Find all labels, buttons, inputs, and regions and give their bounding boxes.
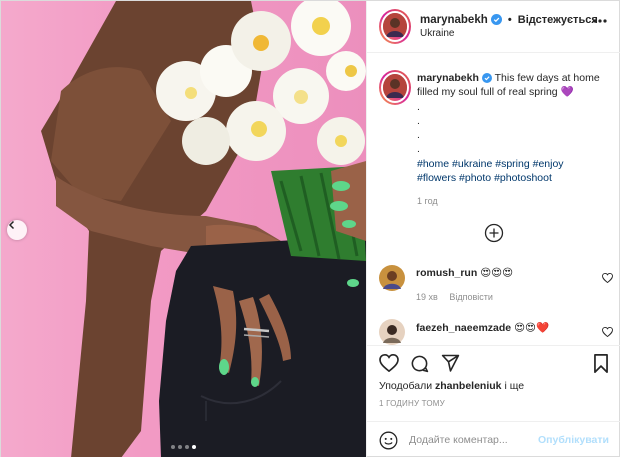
bookmark-icon[interactable] — [593, 354, 609, 373]
caption-dot: . — [417, 114, 420, 127]
carousel-dot — [178, 445, 182, 449]
commenter-avatar[interactable] — [379, 265, 405, 291]
hashtag-link[interactable]: #home — [417, 158, 449, 170]
hashtag-link[interactable]: #photo — [459, 172, 491, 184]
comment-time[interactable]: 19 хв — [416, 292, 438, 302]
verified-icon — [490, 14, 502, 25]
action-bar — [367, 345, 620, 375]
avatar-image — [383, 13, 407, 37]
add-comment-bar: Опублікувати — [367, 421, 620, 457]
heart-icon[interactable] — [602, 273, 613, 283]
following-button[interactable]: Відстежується — [518, 14, 598, 26]
chevron-left-icon — [8, 220, 15, 230]
avatar-image — [383, 74, 407, 98]
likes-summary: Уподобали zhanbeleniuk і ще — [379, 380, 524, 392]
more-icon[interactable] — [593, 19, 607, 23]
reply-button[interactable]: Відповісти — [449, 292, 493, 302]
caption-hashtags: #home #ukraine #spring #enjoy #flowers #… — [417, 157, 607, 186]
photo-illustration — [41, 1, 366, 457]
caption-emoji: 💜 — [560, 86, 574, 99]
post-side-panel: marynabekh • Відстежується Ukraine maryn… — [366, 1, 620, 457]
header-username[interactable]: marynabekh — [420, 14, 488, 26]
carousel-dot — [171, 445, 175, 449]
hashtag-link[interactable]: #enjoy — [533, 158, 564, 170]
comment-item: faezeh_naeemzade 😍😍❤️ — [379, 319, 613, 345]
avatar[interactable] — [379, 9, 411, 44]
comments-area[interactable]: marynabekh This few days at home filled … — [367, 53, 620, 345]
header-separator: • — [507, 14, 512, 26]
carousel-dot-active — [192, 445, 196, 449]
hashtag-link[interactable]: #spring — [495, 158, 529, 170]
comment-input[interactable] — [409, 430, 549, 450]
post-header: marynabekh • Відстежується Ukraine — [367, 1, 620, 53]
post-time[interactable]: 1 ГОДИНУ ТОМУ — [379, 399, 445, 408]
comment-username[interactable]: faezeh_naeemzade — [416, 322, 511, 334]
caption-username[interactable]: marynabekh — [417, 72, 479, 84]
carousel-prev-button[interactable] — [7, 220, 27, 240]
caption-time[interactable]: 1 год — [417, 196, 438, 206]
emoji-icon[interactable] — [379, 431, 398, 450]
heart-icon[interactable] — [602, 327, 613, 337]
comment-item: romush_run 😍😍😍 19 хв Відповісти — [379, 265, 613, 305]
carousel-dot — [185, 445, 189, 449]
share-icon[interactable] — [441, 354, 460, 372]
post-comment-button[interactable]: Опублікувати — [538, 434, 609, 446]
caption-avatar[interactable] — [379, 70, 411, 105]
carousel-dots — [1, 445, 366, 449]
post-dialog: marynabekh • Відстежується Ukraine maryn… — [0, 0, 620, 457]
commenter-avatar[interactable] — [379, 319, 405, 345]
hashtag-link[interactable]: #ukraine — [452, 158, 492, 170]
heart-icon[interactable] — [379, 354, 399, 372]
caption-text: marynabekh This few days at home filled … — [417, 71, 607, 185]
comment-icon[interactable] — [410, 354, 429, 373]
location-link[interactable]: Ukraine — [420, 28, 598, 39]
hashtag-link[interactable]: #photoshoot — [494, 172, 552, 184]
comment-username[interactable]: romush_run — [416, 267, 477, 279]
comment-text: 😍😍😍 — [480, 267, 514, 279]
verified-icon — [481, 73, 492, 83]
plus-circle-icon[interactable] — [484, 223, 504, 243]
likes-prefix: Уподобали — [379, 380, 433, 392]
likes-others[interactable]: і ще — [504, 380, 524, 392]
caption-dot: . — [417, 100, 420, 113]
hashtag-link[interactable]: #flowers — [417, 172, 456, 184]
caption-dot: . — [417, 129, 420, 142]
caption-dot: . — [417, 143, 420, 156]
post-photo[interactable] — [1, 1, 366, 457]
comment-text: 😍😍❤️ — [514, 322, 550, 334]
likes-user[interactable]: zhanbeleniuk — [435, 380, 502, 392]
